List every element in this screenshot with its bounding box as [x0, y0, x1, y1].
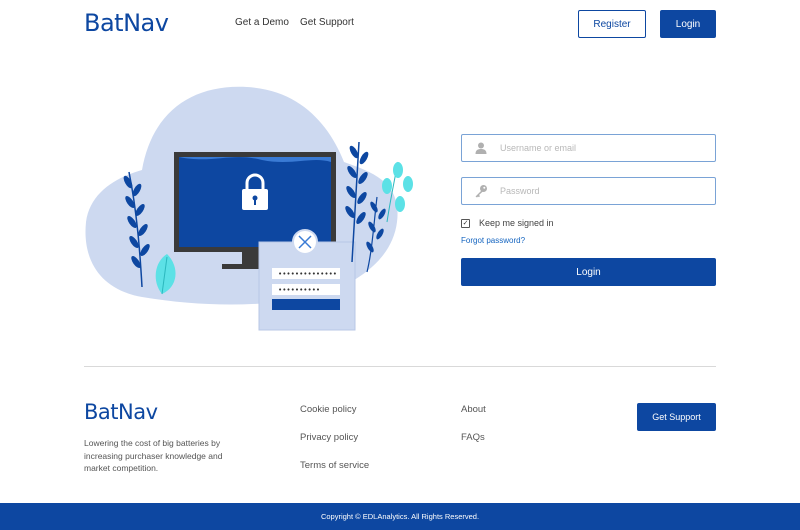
nav-get-support[interactable]: Get Support: [300, 17, 354, 28]
privacy-policy-link[interactable]: Privacy policy: [300, 432, 358, 443]
username-field[interactable]: [461, 134, 716, 162]
logo[interactable]: BatNav: [84, 9, 169, 37]
about-link[interactable]: About: [461, 404, 486, 415]
footer-divider: [84, 366, 716, 367]
svg-text:••••••••••••••: ••••••••••••••: [278, 270, 337, 278]
close-icon: [292, 229, 318, 255]
login-submit-button[interactable]: Login: [461, 258, 716, 286]
cookie-policy-link[interactable]: Cookie policy: [300, 404, 357, 415]
keep-signed-in-label[interactable]: Keep me signed in: [479, 218, 554, 228]
header-login-button[interactable]: Login: [660, 10, 716, 38]
user-icon: [475, 142, 487, 154]
site-header: BatNav Get a Demo Get Support Register L…: [0, 0, 800, 50]
keep-signed-in-row[interactable]: ✓ Keep me signed in: [461, 217, 554, 229]
password-dialog: •••••••••••••• ••••••••••: [258, 241, 356, 331]
copyright-text: Copyright © EDLAnalytics. All Rights Res…: [320, 512, 480, 521]
get-support-button[interactable]: Get Support: [637, 403, 716, 431]
register-button[interactable]: Register: [578, 10, 646, 38]
username-input[interactable]: [500, 139, 705, 157]
security-illustration: •••••••••••••• ••••••••••: [85, 86, 413, 331]
forgot-password-link[interactable]: Forgot password?: [461, 236, 525, 245]
copyright-bar: Copyright © EDLAnalytics. All Rights Res…: [0, 503, 800, 530]
terms-of-service-link[interactable]: Terms of service: [300, 460, 369, 471]
nav-get-demo[interactable]: Get a Demo: [235, 17, 289, 28]
keep-signed-in-checkbox[interactable]: ✓: [461, 218, 470, 228]
key-icon: [475, 185, 487, 198]
footer-description: Lowering the cost of big batteries by in…: [84, 438, 223, 473]
footer-logo[interactable]: BatNav: [84, 400, 158, 424]
password-field[interactable]: [461, 177, 716, 205]
faqs-link[interactable]: FAQs: [461, 432, 485, 443]
password-input[interactable]: [500, 182, 705, 200]
svg-text:••••••••••: ••••••••••: [278, 286, 320, 294]
